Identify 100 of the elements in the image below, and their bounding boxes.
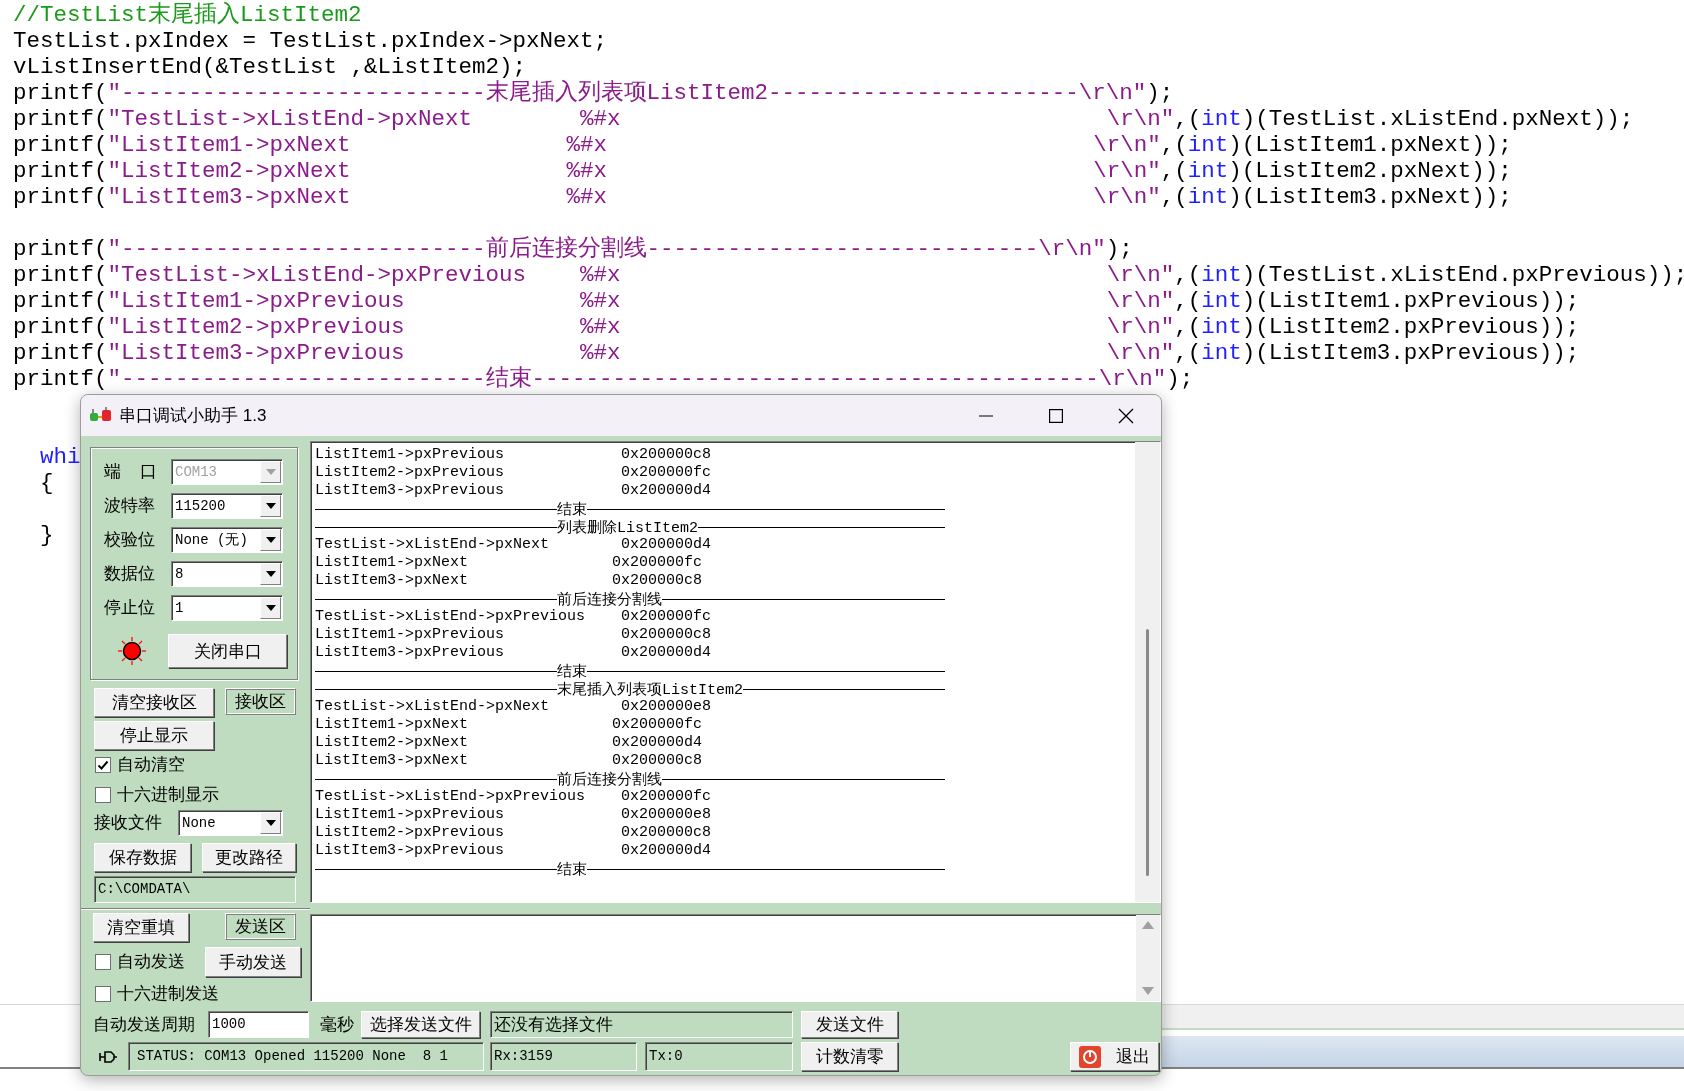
section-label: 接收区 [225, 688, 296, 715]
separator-label: 末尾插入列表项ListItem2 [557, 682, 743, 700]
scroll-down-icon[interactable] [1142, 987, 1154, 995]
vertical-scrollbar[interactable] [1135, 442, 1160, 902]
dropdown-value: COM13 [174, 462, 218, 482]
status-field: STATUS: COM13 Opened 115200 None 8 1 [128, 1042, 484, 1071]
save-data-button[interactable]: 保存数据 [94, 843, 191, 872]
window-title: 串口调试小助手 1.3 [119, 404, 267, 427]
code-line: printf("TestList->xListEnd->pxNext %#x \r\n",(int)(TestList.xListEnd.pxNext)); [13, 106, 1634, 132]
checkbox[interactable] [95, 757, 111, 773]
code-line: printf("---------------------------结束------------------------------------------\r\n"); [13, 366, 1194, 392]
separator-label: 结束 [557, 502, 587, 519]
rx-counter: Rx:3159 [490, 1042, 637, 1071]
receive-line: TestList->xListEnd->pxPrevious 0x200000fc [315, 608, 712, 625]
checkbox[interactable] [95, 954, 111, 970]
receive-line: TestList->xListEnd->pxNext 0x200000e8 [315, 698, 712, 715]
change-path-button[interactable]: 更改路径 [202, 843, 296, 872]
stop-display-button[interactable]: 停止显示 [94, 721, 214, 750]
close-icon [1118, 407, 1134, 424]
send-file-button[interactable]: 发送文件 [801, 1011, 898, 1038]
choose-file-button[interactable]: 选择发送文件 [361, 1011, 480, 1038]
clear-send-button[interactable]: 清空重填 [93, 913, 189, 942]
receive-line: ListItem1->pxNext 0x200000fc [315, 716, 703, 733]
separator-label: 结束 [557, 664, 587, 681]
receive-line: ListItem3->pxNext 0x200000c8 [315, 572, 703, 589]
setting-label: 端 口 [104, 461, 158, 484]
dropdown-value: None [181, 813, 217, 833]
checkbox-label: 十六进制发送 [117, 983, 219, 1006]
field-label: 自动发送周期 [93, 1013, 196, 1036]
file-status-field: 还没有选择文件 [490, 1011, 793, 1038]
separator-label: 前后连接分割线 [557, 592, 662, 609]
caret-icon [265, 537, 276, 543]
separator-label: 前后连接分割线 [557, 772, 662, 789]
receive-line: ListItem3->pxNext 0x200000c8 [315, 752, 703, 769]
receive-line: TestList->xListEnd->pxPrevious 0x200000fc [315, 788, 712, 805]
reset-counter-button[interactable]: 计数清零 [801, 1042, 898, 1071]
dropdown-value: 1 [174, 598, 185, 618]
manual-send-button[interactable]: 手动发送 [205, 947, 301, 977]
maximize-icon [1049, 408, 1063, 423]
checkbox-label: 自动发送 [117, 951, 185, 974]
caret-icon [265, 820, 276, 826]
caret-icon [265, 469, 276, 475]
setting-label: 数据位 [104, 563, 156, 586]
dropdown[interactable]: None [178, 810, 283, 836]
field-label: 接收文件 [94, 812, 163, 835]
checkbox-label: 自动清空 [117, 754, 185, 777]
dropdown[interactable]: 1 [171, 595, 283, 621]
receive-line: ListItem1->pxPrevious 0x200000e8 [315, 806, 712, 823]
receive-line: ListItem1->pxPrevious 0x200000c8 [315, 446, 712, 463]
code-line: printf("---------------------------前后连接分割线-----------------------------\r\n"); [13, 236, 1133, 262]
dropdown-value: None (无) [174, 530, 249, 550]
setting-label: 停止位 [104, 597, 156, 620]
code-line: printf("ListItem2->pxPrevious %#x \r\n",(int)(ListItem2.pxPrevious)); [13, 314, 1580, 340]
check-icon [97, 759, 109, 771]
setting-label: 波特率 [104, 495, 156, 518]
checkbox[interactable] [95, 986, 111, 1002]
code-line: printf("---------------------------末尾插入列表项ListItem2-----------------------\r\n"); [13, 80, 1174, 106]
close-port-button[interactable]: 关闭串口 [168, 634, 287, 668]
receive-line: ListItem3->pxPrevious 0x200000d4 [315, 482, 712, 499]
code-line: printf("ListItem3->pxPrevious %#x \r\n",(int)(ListItem3.pxPrevious)); [13, 340, 1580, 366]
dropdown-value: 115200 [174, 496, 227, 516]
path-field: C:\COMDATA\ [94, 876, 296, 903]
dropdown-value: 8 [174, 564, 185, 584]
receive-line: ListItem1->pxPrevious 0x200000c8 [315, 626, 712, 643]
caret-icon [265, 503, 276, 509]
dropdown[interactable]: 115200 [171, 493, 283, 519]
setting-label: 校验位 [104, 529, 156, 552]
receive-line: ListItem2->pxNext 0x200000d4 [315, 734, 703, 751]
code-line: whi [39, 444, 81, 470]
section-label: 发送区 [225, 913, 296, 940]
power-icon [1079, 1045, 1101, 1068]
code-line: vListInsertEnd(&TestList ,&ListItem2); [13, 54, 527, 80]
unit-label: 毫秒 [320, 1013, 355, 1036]
receive-line: ListItem3->pxPrevious 0x200000d4 [315, 842, 712, 859]
scroll-up-icon[interactable] [1142, 921, 1154, 929]
receive-line: ListItem2->pxPrevious 0x200000c8 [315, 824, 712, 841]
code-line: printf("ListItem3->pxNext %#x \r\n",(int)(ListItem3.pxNext)); [13, 184, 1512, 210]
checkbox[interactable] [95, 787, 111, 803]
exit-button[interactable]: 退出 [1070, 1042, 1159, 1071]
dropdown[interactable]: None (无) [171, 527, 283, 553]
tx-counter: Tx:0 [645, 1042, 793, 1071]
caret-icon [265, 605, 276, 611]
send-text-area[interactable] [310, 914, 1161, 1002]
period-input[interactable]: 1000 [208, 1011, 309, 1038]
receive-line: TestList->xListEnd->pxNext 0x200000d4 [315, 536, 712, 553]
separator-label: 结束 [557, 862, 587, 880]
scrollbar-thumb[interactable] [1146, 629, 1149, 876]
code-line: { [39, 470, 54, 496]
minimize-icon [979, 414, 993, 417]
checkbox-label: 十六进制显示 [117, 784, 219, 807]
code-line: printf("ListItem2->pxNext %#x \r\n",(int)(ListItem2.pxNext)); [13, 158, 1512, 184]
clear-receive-button[interactable]: 清空接收区 [94, 688, 214, 717]
code-line: printf("ListItem1->pxPrevious %#x \r\n",(int)(ListItem1.pxPrevious)); [13, 288, 1580, 314]
dropdown[interactable]: 8 [171, 561, 283, 587]
code-line: //TestList末尾插入ListItem2 [13, 2, 362, 28]
caret-icon [265, 571, 276, 577]
code-line: printf("ListItem1->pxNext %#x \r\n",(int)(ListItem1.pxNext)); [13, 132, 1512, 158]
separator-label: 列表删除ListItem2 [557, 520, 698, 537]
receive-line: ListItem2->pxPrevious 0x200000fc [315, 464, 712, 481]
code-line: } [39, 522, 54, 548]
